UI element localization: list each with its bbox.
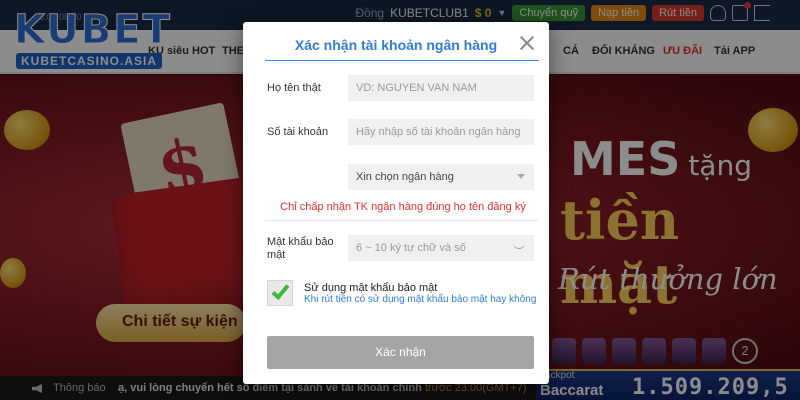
caret-down-icon: [517, 174, 525, 179]
close-icon[interactable]: [518, 34, 536, 52]
title-divider: [265, 60, 539, 61]
bank-verify-dialog: Xác nhận tài khoản ngân hàng Họ tên thật…: [243, 22, 549, 384]
checkbox-label: Sử dụng mật khẩu bảo mật: [304, 282, 438, 294]
real-name-label: Họ tên thật: [267, 82, 321, 94]
checkmark-icon: [271, 281, 290, 300]
checkbox-help-link[interactable]: Khi rút tiền có sử dụng mật khẩu bảo mật…: [304, 294, 536, 305]
account-number-input[interactable]: [348, 119, 534, 145]
section-divider: [265, 220, 539, 221]
use-security-password-checkbox[interactable]: [267, 280, 293, 306]
dialog-title: Xác nhận tài khoản ngân hàng: [294, 37, 498, 53]
security-password-label: Mật khẩu bảo mật: [267, 236, 334, 261]
bank-select[interactable]: Xin chọn ngân hàng: [348, 164, 534, 190]
security-password-input[interactable]: [348, 235, 534, 261]
name-match-warning: Chỉ chấp nhận TK ngân hàng đúng họ tên đ…: [280, 201, 526, 213]
account-number-label: Số tài khoản: [267, 126, 329, 138]
real-name-input[interactable]: [348, 75, 534, 101]
confirm-button[interactable]: Xác nhận: [267, 336, 534, 369]
bank-select-value: Xin chọn ngân hàng: [356, 171, 454, 183]
